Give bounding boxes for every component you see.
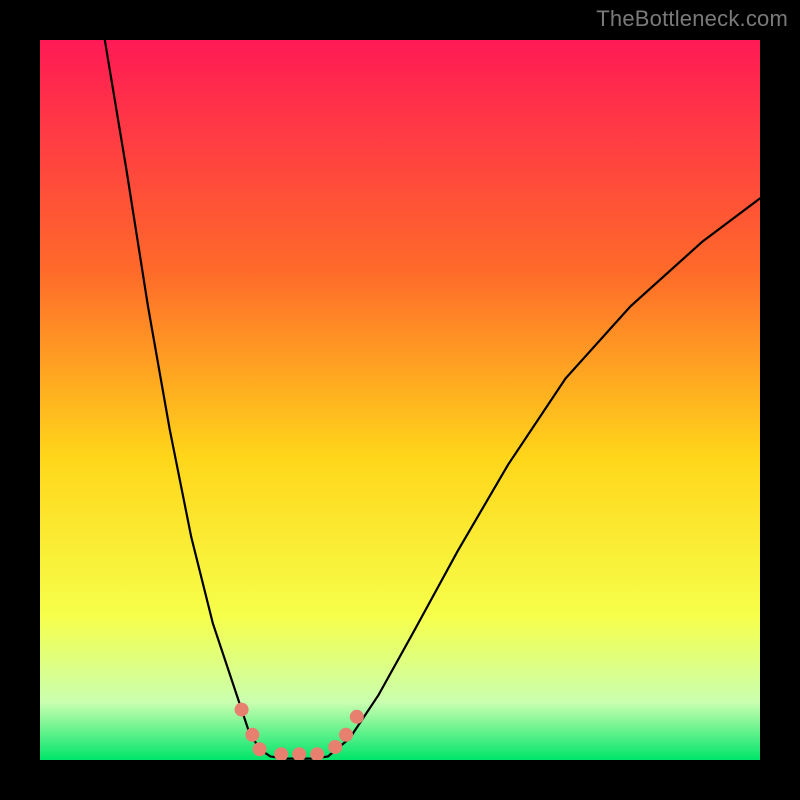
watermark-text: TheBottleneck.com [596,6,788,32]
marker-dot [253,742,267,756]
plot-area [40,40,760,760]
curve-layer [40,40,760,760]
marker-dot [310,747,324,760]
marker-dot [292,747,306,760]
bottleneck-curve [105,40,760,759]
outer-frame: TheBottleneck.com [0,0,800,800]
marker-dot [245,728,259,742]
marker-dot [339,728,353,742]
marker-dot [235,703,249,717]
marker-dot [350,710,364,724]
marker-dot [328,740,342,754]
marker-dot [274,747,288,760]
marker-dots [235,703,364,760]
